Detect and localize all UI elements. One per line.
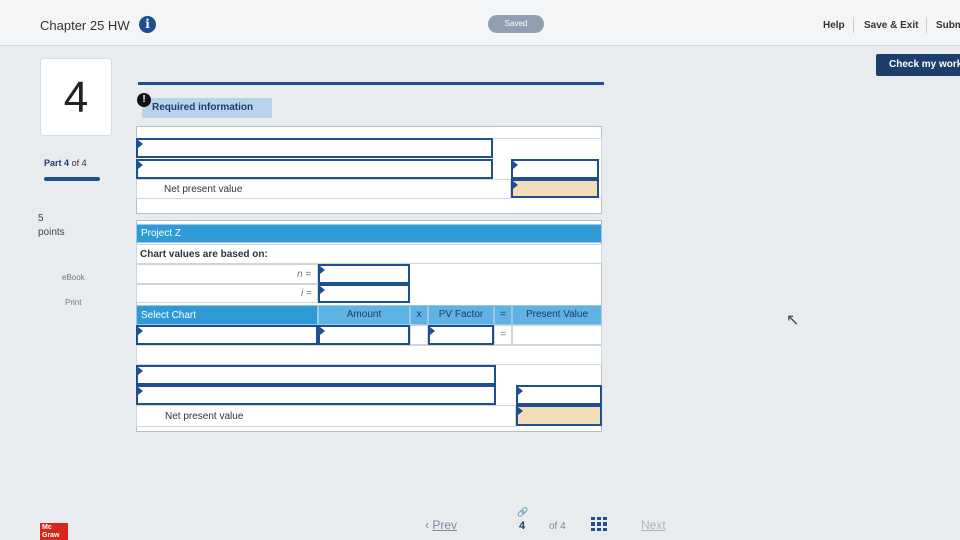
select-chart-header: Select Chart bbox=[136, 305, 318, 325]
equals-cell: = bbox=[494, 325, 512, 345]
amount-input[interactable] bbox=[318, 325, 410, 345]
section-rule bbox=[138, 82, 604, 85]
divider bbox=[926, 17, 927, 33]
pv-factor-input[interactable] bbox=[428, 325, 494, 345]
i-row: i = bbox=[136, 284, 318, 303]
print-link[interactable]: Print bbox=[65, 298, 81, 307]
lower-account-select-2[interactable] bbox=[136, 385, 496, 405]
part-current: 4 bbox=[64, 158, 70, 168]
project-z-header: Project Z bbox=[136, 224, 602, 243]
upper-account-select-1[interactable] bbox=[136, 138, 493, 158]
prev-button[interactable]: ‹ Prev bbox=[425, 518, 457, 532]
save-exit-link[interactable]: Save & Exit bbox=[864, 20, 918, 31]
present-value-header: Present Value bbox=[512, 305, 602, 325]
upper-account-select-2[interactable] bbox=[136, 159, 493, 179]
question-workspace: Required information ! Net present value… bbox=[128, 80, 604, 432]
times-cell bbox=[410, 325, 428, 345]
part-total: of 4 bbox=[71, 158, 87, 168]
present-value-cell bbox=[512, 325, 602, 345]
saved-status-badge: Saved bbox=[488, 15, 544, 33]
question-number-box: 4 bbox=[40, 58, 112, 136]
points-value: 5 bbox=[38, 213, 44, 224]
upper-npv-result[interactable] bbox=[511, 179, 599, 198]
submit-link[interactable]: Subm bbox=[936, 20, 960, 31]
part-indicator: Part 4 of 4 bbox=[44, 158, 87, 168]
lower-npv-result[interactable] bbox=[516, 405, 602, 426]
current-page[interactable]: 4 bbox=[519, 520, 525, 532]
prev-label: Prev bbox=[432, 518, 458, 532]
mouse-cursor-icon: ↖ bbox=[786, 312, 800, 329]
ebook-link[interactable]: eBook bbox=[62, 273, 85, 282]
info-icon[interactable]: i bbox=[139, 16, 156, 33]
upper-amount-input[interactable] bbox=[511, 159, 599, 179]
help-link[interactable]: Help bbox=[823, 20, 845, 31]
lower-amount-input[interactable] bbox=[516, 385, 602, 405]
check-my-work-button[interactable]: Check my work bbox=[876, 54, 960, 76]
npv-label-upper: Net present value bbox=[164, 184, 243, 195]
lower-account-select-1[interactable] bbox=[136, 365, 496, 385]
grid-icon[interactable] bbox=[591, 517, 607, 531]
n-periods-input[interactable] bbox=[318, 264, 410, 284]
chapter-title: Chapter 25 HW bbox=[40, 18, 130, 33]
n-row: n = bbox=[136, 264, 318, 284]
part-progress-bar bbox=[44, 177, 100, 181]
link-icon: 🔗 bbox=[517, 507, 529, 517]
equals-header: = bbox=[494, 305, 512, 325]
top-bar: Chapter 25 HW i Saved Help Save & Exit S… bbox=[0, 0, 960, 46]
part-prefix: Part bbox=[44, 158, 62, 168]
chart-values-label: Chart values are based on: bbox=[140, 249, 268, 260]
question-number: 4 bbox=[63, 73, 89, 122]
select-chart-dropdown[interactable] bbox=[136, 325, 318, 345]
times-header: x bbox=[410, 305, 428, 325]
npv-label-lower: Net present value bbox=[165, 411, 244, 422]
upper-npv-row: Net present value bbox=[136, 179, 511, 199]
page-total: of 4 bbox=[549, 521, 566, 532]
chart-values-row: Chart values are based on: bbox=[136, 244, 602, 264]
n-label: n = bbox=[297, 269, 312, 280]
i-label: i = bbox=[301, 288, 312, 299]
points-label: points bbox=[38, 227, 65, 238]
required-information-tag[interactable]: Required information bbox=[142, 98, 272, 118]
amount-header: Amount bbox=[318, 305, 410, 325]
divider bbox=[853, 17, 854, 33]
pv-factor-header: PV Factor bbox=[428, 305, 494, 325]
next-button[interactable]: Next bbox=[641, 518, 666, 532]
interest-rate-input[interactable] bbox=[318, 284, 410, 303]
spacer-row bbox=[136, 345, 602, 365]
lower-npv-row: Net present value bbox=[136, 405, 516, 427]
mcgraw-hill-logo: Mc Graw bbox=[40, 523, 68, 540]
exclamation-icon: ! bbox=[137, 93, 151, 107]
